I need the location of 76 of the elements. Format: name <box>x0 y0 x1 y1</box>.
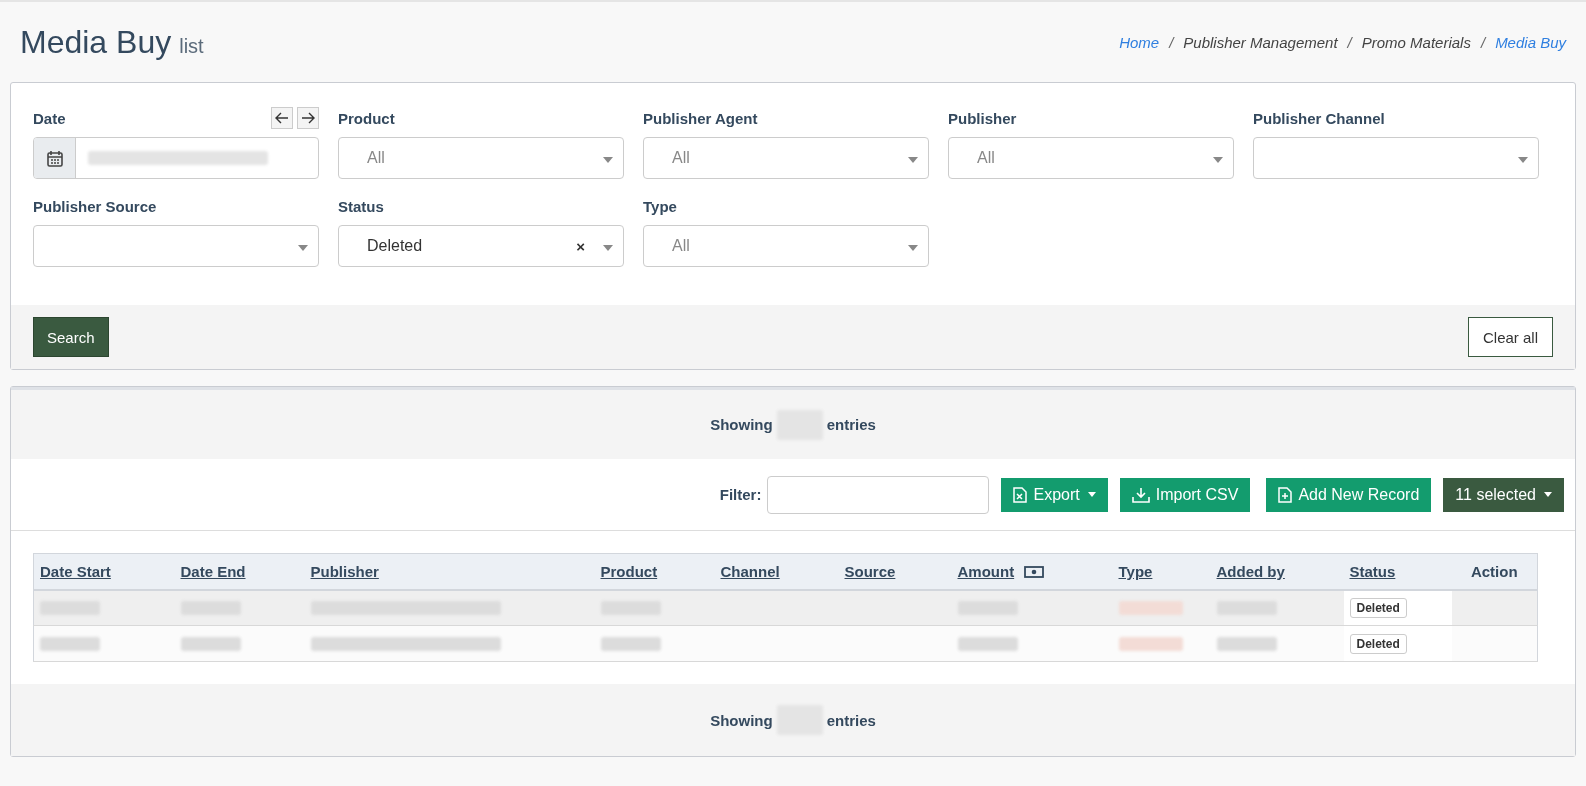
redacted-text <box>957 636 1018 651</box>
redacted-text <box>40 636 100 651</box>
breadcrumb-item[interactable]: Promo Materials <box>1361 33 1471 51</box>
calendar-icon <box>46 149 63 167</box>
redacted-text <box>1118 636 1183 651</box>
toolbar-button[interactable]: 11 selected <box>1443 477 1564 512</box>
caret-icon <box>298 245 308 251</box>
column-header[interactable]: Amount <box>951 553 1113 590</box>
filter-label: Status <box>338 197 384 215</box>
toolbar-button[interactable]: Add New Record <box>1266 477 1432 512</box>
page-subtitle: list <box>179 34 204 58</box>
toolbar-button[interactable]: Export <box>1001 477 1108 512</box>
redacted-text <box>1118 600 1183 615</box>
select-field[interactable]: Deleted × <box>338 225 624 267</box>
banknote-icon <box>1024 565 1045 578</box>
filter-label: Publisher Agent <box>643 109 758 127</box>
right-arrow-icon <box>301 112 315 124</box>
table-row[interactable]: Deleted <box>33 589 1538 626</box>
status-badge: Deleted <box>1349 597 1407 618</box>
column-header[interactable]: Channel <box>714 553 839 590</box>
select-field[interactable]: All <box>643 225 929 267</box>
previous-arrow-button[interactable] <box>271 107 293 129</box>
redacted-text <box>600 636 661 651</box>
filter-label: Filter: <box>719 486 762 503</box>
next-arrow-button[interactable] <box>297 107 319 129</box>
filter-label: Publisher Channel <box>1253 109 1385 127</box>
select-field[interactable] <box>1253 137 1539 179</box>
filter-label: Publisher <box>948 109 1017 127</box>
entries-label: entries <box>826 416 876 433</box>
caret-icon <box>1518 157 1528 163</box>
column-header[interactable]: Source <box>838 553 952 590</box>
column-header[interactable]: Type <box>1112 553 1211 590</box>
filter-label: Publisher Source <box>33 197 157 215</box>
spreadsheet-file-icon <box>1013 486 1028 503</box>
breadcrumb-separator: / <box>1169 33 1174 51</box>
breadcrumb-separator: / <box>1480 33 1486 51</box>
column-header[interactable]: Publisher <box>304 553 595 590</box>
column-header[interactable]: Added by <box>1210 553 1344 590</box>
page-title: Media Buy <box>20 23 172 61</box>
caret-icon <box>1213 157 1223 163</box>
left-arrow-icon <box>275 112 289 124</box>
column-header: Action <box>1451 553 1538 590</box>
clear-icon[interactable]: × <box>576 237 585 255</box>
table-row[interactable]: Deleted <box>33 625 1538 662</box>
column-header[interactable]: Date End <box>174 553 305 590</box>
file-plus-icon <box>1278 486 1293 503</box>
filter-label: Product <box>338 109 395 127</box>
redacted-text <box>180 636 241 651</box>
filter-label: Type <box>643 197 677 215</box>
column-header[interactable]: Date Start <box>33 553 175 590</box>
filter-label: Date <box>33 109 66 127</box>
date-range-field[interactable] <box>33 137 319 179</box>
caret-icon <box>908 157 918 163</box>
breadcrumb-item[interactable]: Media Buy <box>1495 33 1566 51</box>
search-button[interactable]: Search <box>33 317 109 357</box>
entries-label: entries <box>826 711 876 729</box>
column-header[interactable]: Product <box>594 553 715 590</box>
showing-label: Showing <box>710 711 773 729</box>
breadcrumb-item[interactable]: Home <box>1119 33 1160 51</box>
download-tray-icon <box>1131 486 1150 503</box>
status-badge: Deleted <box>1349 633 1407 654</box>
breadcrumb-separator: / <box>1347 33 1352 51</box>
select-field[interactable] <box>33 225 319 267</box>
select-field[interactable]: All <box>338 137 624 179</box>
caret-icon <box>603 157 613 163</box>
redacted-text <box>1216 636 1277 651</box>
showing-label: Showing <box>710 416 773 433</box>
clear-all-button[interactable]: Clear all <box>1467 317 1553 357</box>
select-field[interactable]: All <box>948 137 1234 179</box>
breadcrumb-item[interactable]: Publisher Management <box>1183 33 1338 51</box>
caret-icon <box>603 245 613 251</box>
caret-icon <box>908 245 918 251</box>
select-field[interactable]: All <box>643 137 929 179</box>
column-header[interactable]: Status <box>1343 553 1452 590</box>
filter-input[interactable] <box>767 475 990 514</box>
toolbar-button[interactable]: Import CSV <box>1119 477 1251 512</box>
